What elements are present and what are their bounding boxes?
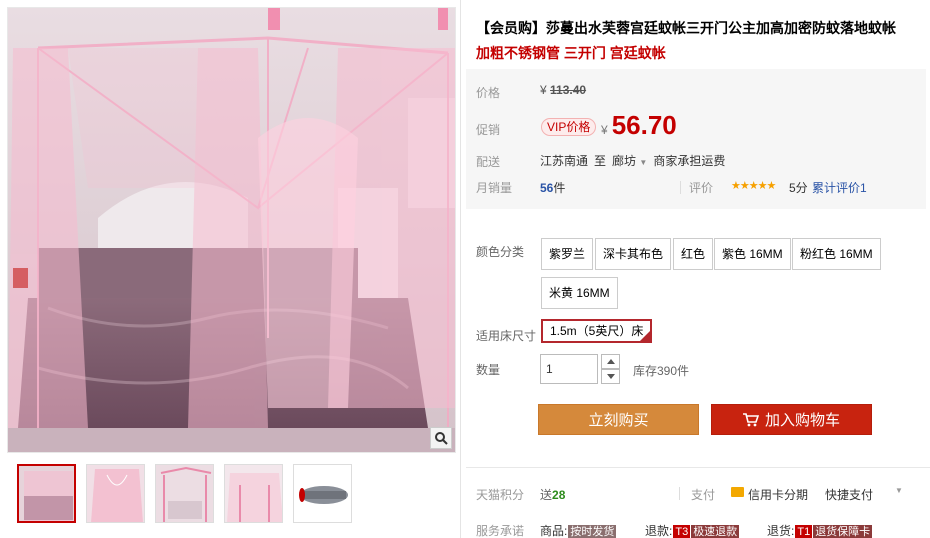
add-to-cart-button[interactable]: 加入购物车 <box>711 404 872 435</box>
shipping-info: 江苏南通 至 廊坊 ▼ 商家承担运费 <box>540 152 725 169</box>
ship-fee: 商家承担运费 <box>653 154 726 168</box>
size-label: 适用床尺寸 <box>476 329 537 343</box>
vertical-divider <box>460 0 461 538</box>
promo-price: ¥56.70 <box>601 110 677 141</box>
color-option[interactable]: 紫罗兰 <box>541 238 594 270</box>
color-label: 颜色分类 <box>476 245 525 259</box>
service-refund-prefix: 退款: <box>645 524 673 538</box>
ship-to: 至 <box>594 154 607 168</box>
main-product-image[interactable] <box>7 7 456 453</box>
quick-pay-link[interactable]: 快捷支付 <box>825 486 873 503</box>
points-value: 送28 <box>540 486 565 503</box>
ship-destination: 廊坊 <box>612 154 637 168</box>
points-prefix: 送 <box>540 488 553 502</box>
buy-now-label: 立刻购买 <box>588 412 649 429</box>
promo-price-value: 56.70 <box>611 110 677 140</box>
separator <box>680 181 681 194</box>
thumbnail-1[interactable] <box>17 464 76 523</box>
size-option-selected[interactable]: 1.5m（5英尺）床 <box>541 319 653 343</box>
original-price-value: 113.40 <box>550 83 587 97</box>
rating-label: 评价 <box>689 181 714 195</box>
chevron-down-icon: ▼ <box>639 158 648 167</box>
service-shipping[interactable]: 商品: 按时发货 <box>540 522 617 538</box>
points-amount: 28 <box>552 488 566 502</box>
service-shipping-prefix: 商品: <box>540 524 568 538</box>
shipping-label: 配送 <box>476 155 501 169</box>
sales-unit: 件 <box>553 181 566 195</box>
promo-label: 促销 <box>476 123 501 137</box>
credit-card-icon <box>731 487 744 497</box>
ship-origin: 江苏南通 <box>540 154 589 168</box>
monthly-sales: 56件 <box>540 179 565 196</box>
color-option[interactable]: 深卡其布色 <box>595 238 672 270</box>
monthly-sales-label: 月销量 <box>476 181 513 195</box>
service-shipping-tag: 按时发货 <box>568 525 617 538</box>
service-return[interactable]: 退货: T1 退货保障卡 <box>767 522 873 538</box>
thumbnail-2[interactable] <box>86 464 145 523</box>
quantity-decrease[interactable] <box>601 369 620 384</box>
quantity-input[interactable] <box>540 354 598 384</box>
chevron-down-icon[interactable]: ▼ <box>895 486 903 495</box>
vip-price-tag: VIP价格 <box>541 118 597 136</box>
stock-count: 库存390件 <box>633 364 690 378</box>
add-to-cart-label: 加入购物车 <box>764 412 840 429</box>
sales-count: 56 <box>540 181 554 195</box>
color-option[interactable]: 紫色 16MM <box>714 238 791 270</box>
chevron-up-icon <box>606 359 615 364</box>
thumbnail-4[interactable] <box>224 464 283 523</box>
rating-score: 5分 <box>789 181 808 195</box>
payment-label: 支付 <box>691 488 716 502</box>
ship-destination-select[interactable]: 廊坊 ▼ <box>612 152 647 169</box>
service-refund-code: T3 <box>673 525 691 538</box>
reviews-link[interactable]: 累计评价1 <box>812 179 867 196</box>
cart-icon <box>742 412 759 426</box>
magnifier-icon <box>435 432 448 445</box>
thumbnail-5[interactable] <box>293 464 352 523</box>
service-refund-tag: 极速退款 <box>691 525 740 538</box>
thumbnail-strip <box>17 464 352 523</box>
section-divider <box>466 467 930 468</box>
service-refund[interactable]: 退款: T3 极速退款 <box>645 522 740 538</box>
product-title: 【会员购】莎蔓出水芙蓉宫廷蚊帐三开门公主加高加密防蚊落地蚊帐 <box>476 20 896 36</box>
points-label: 天猫积分 <box>476 488 525 502</box>
service-return-tag: 退货保障卡 <box>813 525 873 538</box>
sales-row: 月销量 56件 评价 ★★★★★ 5分 累计评价1 <box>476 179 916 197</box>
thumbnail-3[interactable] <box>155 464 214 523</box>
service-return-prefix: 退货: <box>767 524 795 538</box>
star-rating-icon: ★★★★★ <box>731 180 776 192</box>
buy-now-button[interactable]: 立刻购买 <box>538 404 699 435</box>
original-price: ¥ 113.40 <box>540 83 586 97</box>
quantity-label: 数量 <box>476 363 501 377</box>
zoom-button[interactable] <box>430 427 452 449</box>
separator <box>679 487 680 500</box>
service-label: 服务承诺 <box>476 524 525 538</box>
currency-symbol: ¥ <box>540 83 547 97</box>
color-option[interactable]: 红色 <box>673 238 714 270</box>
price-label: 价格 <box>476 86 501 100</box>
color-option[interactable]: 米黄 16MM <box>541 277 618 309</box>
service-return-code: T1 <box>795 525 813 538</box>
quantity-increase[interactable] <box>601 354 620 369</box>
credit-installment-link[interactable]: 信用卡分期 <box>748 486 808 503</box>
product-subtitle: 加粗不锈钢管 三开门 宫廷蚊帐 <box>476 45 666 61</box>
chevron-down-icon <box>606 374 615 379</box>
promo-currency: ¥ <box>601 123 608 137</box>
color-option[interactable]: 粉红色 16MM <box>792 238 881 270</box>
